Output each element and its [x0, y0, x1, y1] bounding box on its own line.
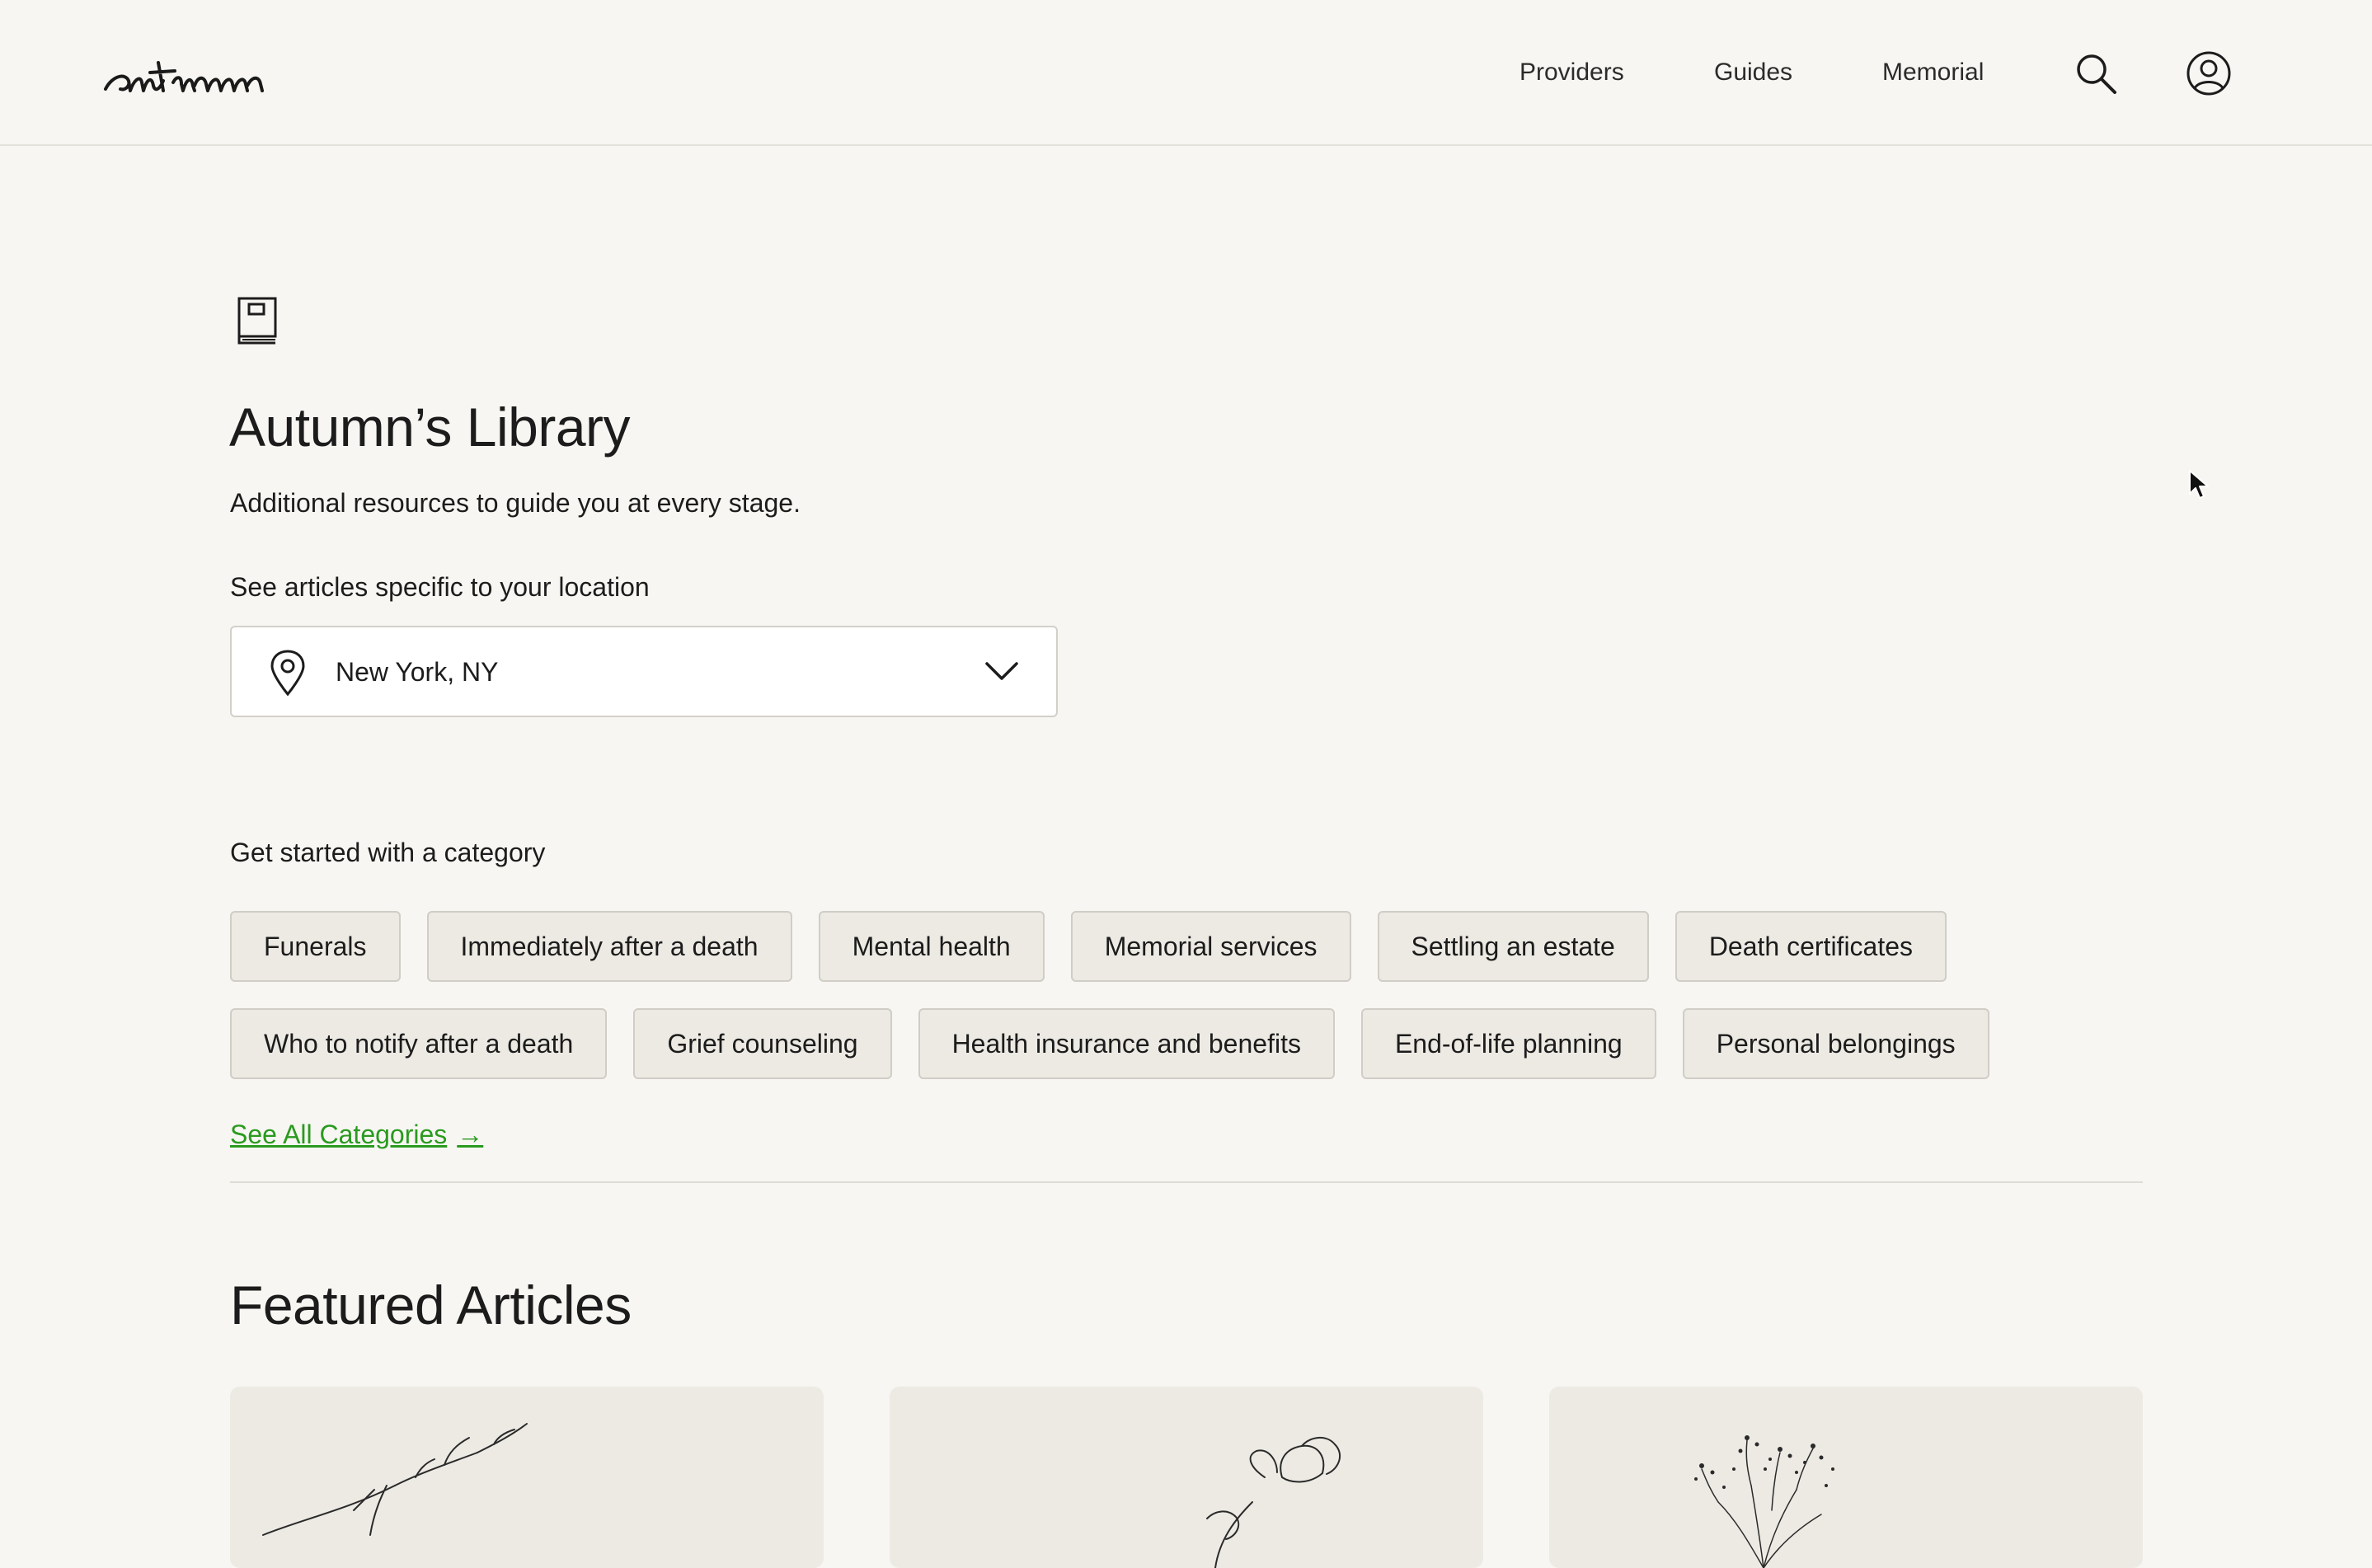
- location-value: New York, NY: [336, 657, 499, 687]
- location-select[interactable]: New York, NY: [230, 626, 1058, 717]
- location-label: See articles specific to your location: [230, 572, 650, 602]
- featured-article-card[interactable]: [230, 1387, 824, 1568]
- featured-article-card[interactable]: [890, 1387, 1483, 1568]
- category-chip-death-certificates[interactable]: Death certificates: [1674, 911, 1947, 982]
- section-divider: [230, 1181, 2143, 1183]
- category-chip-funerals[interactable]: Funerals: [230, 911, 401, 982]
- category-chip-personal-belongings[interactable]: Personal belongings: [1682, 1008, 1989, 1079]
- category-label: Get started with a category: [230, 838, 546, 867]
- book-icon: [237, 297, 277, 345]
- category-chip-end-of-life-planning[interactable]: End-of-life planning: [1360, 1008, 1656, 1079]
- category-chip-memorial-services[interactable]: Memorial services: [1070, 911, 1351, 982]
- branch-illustration: [262, 1423, 528, 1536]
- category-chip-mental-health[interactable]: Mental health: [818, 911, 1045, 982]
- category-row-2: Who to notify after a death Grief counse…: [230, 1008, 1989, 1079]
- nav-guides[interactable]: Guides: [1714, 54, 1792, 91]
- category-chip-settling-estate[interactable]: Settling an estate: [1377, 911, 1649, 982]
- page-title: Autumn’s Library: [229, 397, 631, 458]
- category-chip-grief-counseling[interactable]: Grief counseling: [633, 1008, 892, 1079]
- search-icon[interactable]: [2074, 51, 2118, 96]
- wildflower-illustration: [1694, 1435, 1834, 1568]
- featured-articles-title: Featured Articles: [230, 1275, 632, 1336]
- flower-illustration: [1206, 1437, 1341, 1568]
- autumn-logo[interactable]: autumn: [101, 38, 307, 104]
- category-chip-who-to-notify[interactable]: Who to notify after a death: [230, 1008, 608, 1079]
- account-icon[interactable]: [2186, 50, 2232, 96]
- category-row-1: Funerals Immediately after a death Menta…: [230, 911, 1947, 982]
- location-pin-icon: [270, 650, 305, 697]
- category-chip-health-insurance[interactable]: Health insurance and benefits: [918, 1008, 1335, 1079]
- nav-memorial[interactable]: Memorial: [1882, 54, 1984, 91]
- category-chip-immediately-after-death[interactable]: Immediately after a death: [426, 911, 792, 982]
- mouse-cursor-icon: [2189, 470, 2209, 499]
- see-all-categories-link[interactable]: See All Categories →: [230, 1116, 483, 1153]
- chevron-down-icon: [985, 662, 1018, 680]
- arrow-right-icon: →: [457, 1120, 484, 1149]
- featured-article-card[interactable]: [1549, 1387, 2143, 1568]
- see-all-label: See All Categories: [230, 1120, 448, 1149]
- nav-providers[interactable]: Providers: [1519, 54, 1624, 91]
- site-header: autumn Providers Guides Memorial: [0, 0, 2372, 146]
- page-subtitle: Additional resources to guide you at eve…: [230, 488, 801, 518]
